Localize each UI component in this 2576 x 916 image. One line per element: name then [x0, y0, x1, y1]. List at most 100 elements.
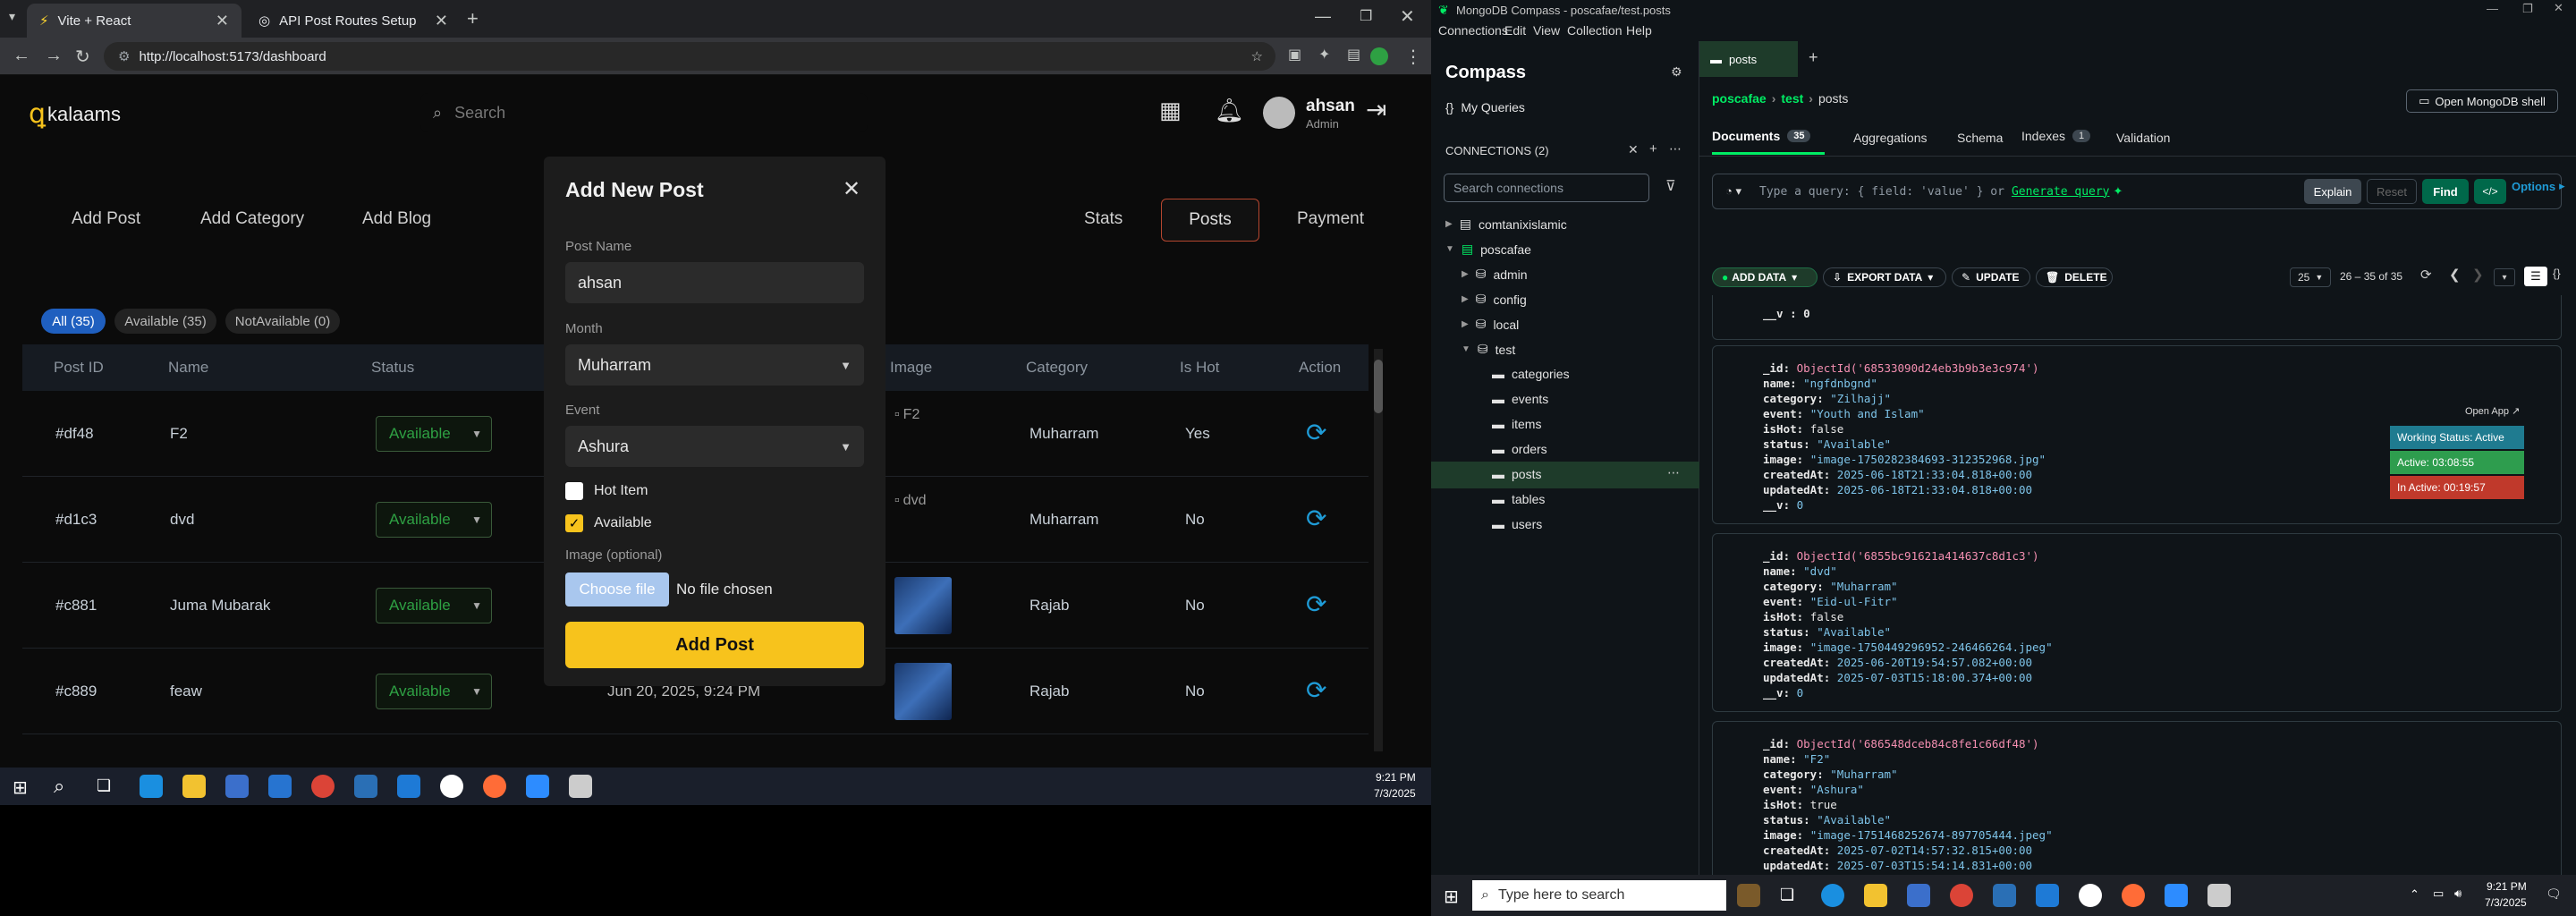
nav-posts[interactable]: Posts [1161, 199, 1259, 242]
status-select[interactable]: Available ▼ [376, 588, 492, 623]
search-box[interactable]: ⌕ Search [420, 93, 868, 132]
zoom-icon[interactable] [2165, 884, 2188, 907]
tab-api-post-routes[interactable]: ◎ API Post Routes Setup ✕ [246, 4, 461, 38]
vscode-alt-icon[interactable] [354, 775, 377, 798]
vscode-icon[interactable] [2036, 884, 2059, 907]
choose-file-button[interactable]: Choose file [565, 572, 669, 606]
tab-validation[interactable]: Validation [2116, 131, 2170, 145]
status-select[interactable]: Available ▼ [376, 502, 492, 538]
network-icon[interactable]: ▭ [2433, 886, 2444, 901]
user-avatar[interactable] [1263, 97, 1295, 129]
app-icon[interactable] [2079, 884, 2102, 907]
options-toggle[interactable]: Options ▸ [2512, 179, 2565, 193]
db-local[interactable]: ▶ ⛁ local [1462, 317, 1519, 332]
export-data-button[interactable]: ⇩ EXPORT DATA ▾ [1823, 267, 1946, 287]
nav-add-category[interactable]: Add Category [200, 209, 304, 229]
open-app-link[interactable]: Open App ↗ [2465, 405, 2520, 417]
status-select[interactable]: Available ▼ [376, 416, 492, 452]
collection-orders[interactable]: ▬ orders [1492, 442, 1547, 456]
month-select[interactable]: Muharram ▼ [565, 344, 864, 386]
filter-not-available[interactable]: NotAvailable (0) [225, 309, 340, 334]
list-view-icon[interactable]: ☰ [2524, 267, 2547, 286]
chrome-icon[interactable] [311, 775, 335, 798]
breadcrumb-connection[interactable]: poscafae [1712, 91, 1767, 106]
bell-icon[interactable]: 🔔︎ [1215, 97, 1244, 124]
event-select[interactable]: Ashura ▼ [565, 426, 864, 467]
connection-poscafae[interactable]: ▼ ▤ poscafae [1445, 242, 1531, 257]
vscode-alt-icon[interactable] [1993, 884, 2016, 907]
store-icon[interactable] [225, 775, 249, 798]
my-queries-item[interactable]: {} My Queries [1445, 100, 1525, 114]
puzzle-icon[interactable]: ✦ [1318, 46, 1330, 64]
edge-icon[interactable] [140, 775, 163, 798]
next-page-icon[interactable]: ❯ [2472, 267, 2484, 283]
db-config[interactable]: ▶ ⛁ config [1462, 292, 1527, 307]
page-size-select[interactable]: 25 ▼ [2290, 267, 2331, 287]
table-scrollbar[interactable] [1374, 349, 1383, 751]
update-button[interactable]: ✎ UPDATE [1952, 267, 2030, 287]
reload-icon[interactable]: ↻ [75, 46, 90, 68]
prev-page-icon[interactable]: ❮ [2449, 267, 2461, 283]
hot-item-checkbox[interactable] [565, 482, 583, 500]
query-options-icon[interactable]: ◔ ▾ [1725, 184, 1741, 199]
status-select[interactable]: Available ▼ [376, 674, 492, 709]
new-tab-icon[interactable]: + [467, 7, 479, 30]
document-card[interactable]: _id: ObjectId('6855bc91621a414637c8d1c3'… [1712, 533, 2562, 712]
new-tab-icon[interactable]: + [1809, 48, 1818, 67]
file-explorer-icon[interactable] [182, 775, 206, 798]
close-window-icon[interactable]: ✕ [2554, 1, 2563, 15]
db-admin[interactable]: ▶ ⛁ admin [1462, 267, 1528, 282]
nav-payment[interactable]: Payment [1297, 209, 1364, 229]
apps-grid-icon[interactable]: ▦ [1159, 97, 1182, 124]
mail-icon[interactable] [268, 775, 292, 798]
notification-icon[interactable]: 🗨︎ [2546, 886, 2562, 902]
add-data-button[interactable]: ● ADD DATA ▾ [1712, 267, 1818, 287]
minimize-icon[interactable]: — [2487, 2, 2498, 15]
find-button[interactable]: Find [2422, 179, 2469, 204]
url-bar[interactable]: ⚙ http://localhost:5173/dashboard ☆ [104, 42, 1275, 71]
task-view-icon[interactable]: ❏ [1780, 886, 1794, 904]
logout-icon[interactable]: ⇥ [1366, 95, 1386, 124]
maximize-icon[interactable]: ❐ [1360, 7, 1372, 25]
tab-vite-react[interactable]: ⚡ Vite + React ✕ [27, 4, 242, 38]
file-explorer-icon[interactable] [1864, 884, 1887, 907]
more-icon[interactable]: ⋯ [1667, 465, 1680, 480]
collection-items[interactable]: ▬ items [1492, 417, 1541, 431]
db-test[interactable]: ▼ ⛁ test [1462, 342, 1515, 357]
tab-posts[interactable]: ▬ posts [1699, 41, 1798, 77]
nav-add-blog[interactable]: Add Blog [362, 209, 431, 229]
forward-icon[interactable]: → [45, 46, 63, 66]
tab-indexes[interactable]: Indexes 1 [2021, 129, 2091, 143]
add-post-button[interactable]: Add Post [565, 622, 864, 668]
explain-button[interactable]: Explain [2304, 179, 2361, 204]
tab-documents[interactable]: Documents 35 [1712, 129, 1811, 143]
postman-icon[interactable] [2122, 884, 2145, 907]
nav-add-post[interactable]: Add Post [72, 209, 140, 229]
nav-stats[interactable]: Stats [1084, 209, 1123, 229]
tab-aggregations[interactable]: Aggregations [1853, 131, 1928, 145]
minimize-icon[interactable]: — [1315, 7, 1331, 26]
windows-start-icon[interactable]: ⊞ [13, 776, 28, 799]
search-icon[interactable]: ⌕ [54, 775, 64, 798]
settings-gear-icon[interactable]: ⚙ [1671, 64, 1682, 80]
refresh-icon[interactable]: ⟳ [1306, 589, 1326, 619]
menu-collection[interactable]: Collection [1567, 23, 1622, 38]
open-shell-button[interactable]: ▭ Open MongoDB shell [2406, 89, 2558, 113]
close-tab-icon[interactable]: ✕ [435, 12, 448, 30]
collection-categories[interactable]: ▬ categories [1492, 367, 1570, 381]
filter-icon[interactable]: ⊽ [1665, 177, 1676, 195]
document-card[interactable]: _id: ObjectId('686548dceb84c8fe1c66df48'… [1712, 721, 2562, 900]
back-icon[interactable]: ← [13, 46, 30, 66]
profile-avatar[interactable] [1370, 47, 1388, 65]
chrome-menu-icon[interactable]: ⋮ [1404, 46, 1422, 68]
code-toggle-icon[interactable]: </> [2474, 179, 2506, 204]
vscode-icon[interactable] [397, 775, 420, 798]
post-name-input[interactable]: ahsan [565, 262, 864, 303]
refresh-icon[interactable]: ⟳ [2420, 267, 2432, 283]
view-dropdown-icon[interactable]: ▾ [2494, 268, 2515, 286]
menu-help[interactable]: Help [1626, 23, 1652, 38]
tab-menu-icon[interactable]: ▾ [9, 9, 15, 24]
volume-icon[interactable]: 🔊︎ [2454, 886, 2462, 901]
sidepanel-icon[interactable]: ▤ [1347, 46, 1360, 64]
collapse-icon[interactable]: ✕ [1628, 142, 1639, 157]
